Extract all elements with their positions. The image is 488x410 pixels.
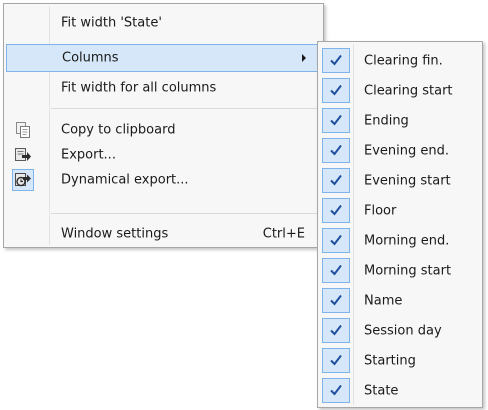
checkmark-icon (322, 108, 350, 133)
export-icon (14, 146, 32, 164)
column-toggle-ending[interactable]: Ending (320, 106, 480, 135)
column-toggle-clearing-fin[interactable]: Clearing fin. (320, 46, 480, 75)
column-toggle-morning-start[interactable]: Morning start (320, 256, 480, 285)
menu-item-label: Dynamical export... (61, 172, 189, 188)
menu-item-label: Fit width for all columns (61, 80, 217, 96)
checkmark-icon (322, 378, 350, 403)
column-toggle-starting[interactable]: Starting (320, 346, 480, 375)
column-toggle-label: Evening start (364, 173, 451, 188)
menu-item-fit-width-state[interactable]: Fit width 'State' (6, 9, 321, 37)
column-toggle-label: Morning end. (364, 233, 450, 248)
column-toggle-state[interactable]: State (320, 376, 480, 405)
column-toggle-label: Clearing fin. (364, 53, 443, 68)
checkmark-icon (322, 198, 350, 223)
menu-item-window-settings[interactable]: Window settings Ctrl+E (6, 220, 321, 248)
menu-item-copy-to-clipboard[interactable]: Copy to clipboard (6, 116, 321, 144)
checkmark-icon (322, 318, 350, 343)
checkmark-icon (322, 48, 350, 73)
column-toggle-label: Ending (364, 113, 409, 128)
dynamic-export-icon (12, 169, 34, 191)
submenu-arrow-icon (302, 54, 306, 62)
column-toggle-label: Evening end. (364, 143, 450, 158)
menu-separator (51, 108, 319, 109)
menu-item-export[interactable]: Export... (6, 141, 321, 169)
checkmark-icon (322, 258, 350, 283)
column-toggle-evening-start[interactable]: Evening start (320, 166, 480, 195)
menu-separator (51, 213, 319, 214)
menu-item-label: Export... (61, 147, 116, 163)
column-toggle-clearing-start[interactable]: Clearing start (320, 76, 480, 105)
column-toggle-label: Floor (364, 203, 397, 218)
checkmark-icon (322, 228, 350, 253)
menu-item-dynamical-export[interactable]: Dynamical export... (6, 166, 321, 194)
column-toggle-evening-end[interactable]: Evening end. (320, 136, 480, 165)
checkmark-icon (322, 168, 350, 193)
column-toggle-session-day[interactable]: Session day (320, 316, 480, 345)
column-toggle-morning-end[interactable]: Morning end. (320, 226, 480, 255)
column-toggle-label: Name (364, 293, 403, 308)
copy-icon (14, 121, 32, 139)
checkmark-icon (322, 348, 350, 373)
checkmark-icon (322, 78, 350, 103)
column-toggle-label: Session day (364, 323, 442, 338)
column-toggle-name[interactable]: Name (320, 286, 480, 315)
context-menu: Fit width 'State' Columns Fit width for … (3, 3, 324, 248)
column-toggle-label: Starting (364, 353, 416, 368)
menu-item-label: Window settings (61, 226, 169, 242)
menu-item-fit-width-all-columns[interactable]: Fit width for all columns (6, 74, 321, 102)
checkmark-icon (322, 288, 350, 313)
column-toggle-label: Clearing start (364, 83, 453, 98)
menu-item-label: Fit width 'State' (61, 15, 162, 31)
menu-item-shortcut: Ctrl+E (262, 226, 305, 242)
column-toggle-label: Morning start (364, 263, 452, 278)
menu-item-columns[interactable]: Columns (6, 44, 321, 72)
column-toggle-label: State (364, 383, 399, 398)
columns-submenu: Clearing fin. Clearing start Ending Even… (317, 41, 483, 408)
column-toggle-floor[interactable]: Floor (320, 196, 480, 225)
checkmark-icon (322, 138, 350, 163)
menu-item-label: Columns (62, 50, 119, 66)
menu-item-label: Copy to clipboard (61, 122, 176, 138)
